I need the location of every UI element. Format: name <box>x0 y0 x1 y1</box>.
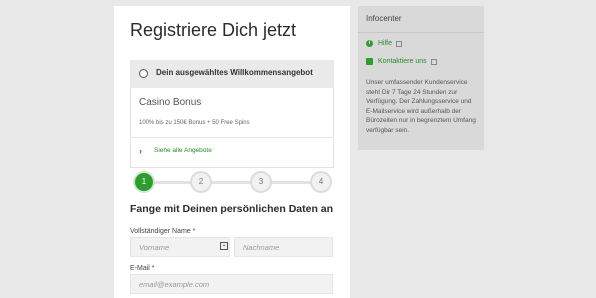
progress-line <box>144 181 322 184</box>
external-link-icon <box>396 40 403 47</box>
offer-radio[interactable] <box>139 69 148 78</box>
contact-link[interactable]: Kontaktiere uns <box>366 58 437 65</box>
step-2: 2 <box>190 171 212 193</box>
contact-link-label: Kontaktiere uns <box>378 58 427 65</box>
lastname-input[interactable]: Nachname <box>234 237 333 257</box>
email-input[interactable]: email@example.com <box>130 274 333 294</box>
offer-header-label: Dein ausgewähltes Willkommensangebot <box>156 68 313 77</box>
offer-name: Casino Bonus <box>139 97 202 108</box>
offer-description: 100% bis zu 150€ Bonus + 50 Free Spins <box>139 120 250 126</box>
step-3: 3 <box>250 171 272 193</box>
chevron-right-icon: › <box>139 146 142 156</box>
email-label: E-Mail * <box>130 265 155 272</box>
offer-divider <box>130 137 334 138</box>
infocenter-description: Unser umfassender Kundenservice steht Di… <box>366 79 476 134</box>
id-card-icon: ▪ <box>220 242 228 250</box>
step-1: 1 <box>133 171 155 193</box>
offer-header[interactable]: Dein ausgewähltes Willkommensangebot <box>130 60 334 88</box>
page-title: Registriere Dich jetzt <box>130 20 297 40</box>
infocenter-divider <box>358 32 484 33</box>
step-4: 4 <box>310 171 332 193</box>
infocenter-title: Infocenter <box>366 14 402 23</box>
help-link-label: Hilfe <box>378 40 393 47</box>
all-offers-link[interactable]: Siehe alle Angebote <box>154 147 212 154</box>
external-link-icon <box>430 58 437 65</box>
info-icon: i <box>366 40 373 47</box>
firstname-input[interactable]: Vorname <box>130 237 230 257</box>
help-link[interactable]: i Hilfe <box>366 40 403 47</box>
infocenter-panel: Infocenter i Hilfe Kontaktiere uns Unser… <box>358 6 484 150</box>
chat-icon <box>366 58 373 65</box>
full-name-label: Vollständiger Name * <box>130 228 196 235</box>
section-title: Fange mit Deinen persönlichen Daten an <box>130 203 334 215</box>
